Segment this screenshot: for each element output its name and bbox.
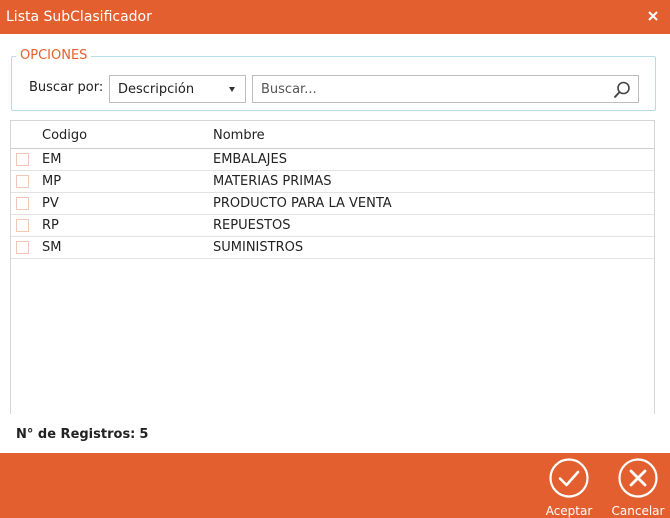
row-checkbox[interactable] — [16, 175, 29, 188]
cancel-button[interactable]: Cancelar — [610, 457, 666, 518]
accept-button[interactable]: Aceptar — [541, 457, 597, 518]
row-checkbox[interactable] — [16, 241, 29, 254]
footer-bar: Aceptar Cancelar — [0, 453, 670, 518]
table-row[interactable]: PV PRODUCTO PARA LA VENTA — [11, 193, 654, 215]
row-name: EMBALAJES — [213, 152, 287, 167]
search-icon[interactable] — [612, 80, 632, 100]
column-header-nombre[interactable]: Nombre — [213, 128, 265, 143]
title-bar: Lista SubClasificador — [0, 0, 670, 34]
search-by-label: Buscar por: — [29, 80, 104, 95]
search-input[interactable] — [253, 76, 603, 102]
close-icon[interactable] — [644, 7, 662, 25]
check-circle-icon — [549, 458, 589, 498]
row-code: SM — [42, 240, 62, 255]
cancel-label: Cancelar — [611, 504, 665, 518]
search-by-select[interactable]: Descripción — [109, 75, 246, 103]
table-row[interactable]: SM SUMINISTROS — [11, 237, 654, 259]
row-checkbox[interactable] — [16, 153, 29, 166]
column-header-codigo[interactable]: Codigo — [42, 128, 87, 143]
search-by-value: Descripción — [118, 82, 195, 97]
dropdown-arrow-icon — [229, 87, 235, 92]
table-row[interactable]: RP REPUESTOS — [11, 215, 654, 237]
records-count-label: N° de Registros: — [16, 427, 136, 442]
options-legend: OPCIONES — [16, 48, 92, 63]
table-row[interactable]: MP MATERIAS PRIMAS — [11, 171, 654, 193]
row-checkbox[interactable] — [16, 197, 29, 210]
close-circle-icon — [618, 458, 658, 498]
row-name: PRODUCTO PARA LA VENTA — [213, 196, 392, 211]
row-name: MATERIAS PRIMAS — [213, 174, 332, 189]
row-checkbox[interactable] — [16, 219, 29, 232]
grid-header: Codigo Nombre — [11, 121, 654, 149]
table-row[interactable]: EM EMBALAJES — [11, 149, 654, 171]
search-box — [252, 75, 639, 103]
row-name: SUMINISTROS — [213, 240, 304, 255]
row-code: EM — [42, 152, 62, 167]
row-code: RP — [42, 218, 59, 233]
records-count: N° de Registros: 5 — [16, 427, 148, 442]
row-code: PV — [42, 196, 59, 211]
row-name: REPUESTOS — [213, 218, 291, 233]
window-title: Lista SubClasificador — [6, 9, 152, 25]
records-count-value: 5 — [139, 427, 149, 442]
accept-label: Aceptar — [545, 504, 593, 518]
records-grid: Codigo Nombre EM EMBALAJES MP MATERIAS P… — [10, 120, 655, 414]
row-code: MP — [42, 174, 62, 189]
